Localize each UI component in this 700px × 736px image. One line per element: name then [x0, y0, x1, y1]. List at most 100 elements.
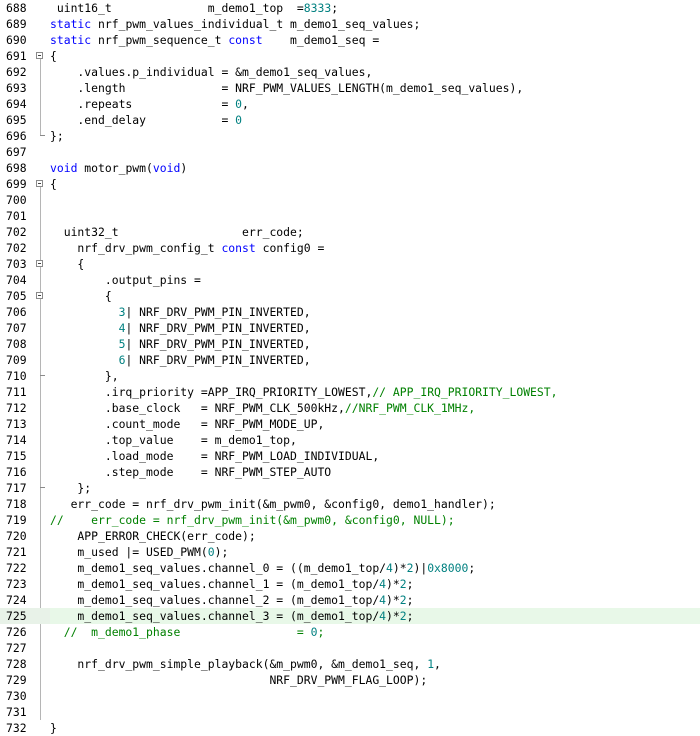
code-text: } [50, 720, 700, 736]
code-line[interactable]: 732} [0, 720, 700, 736]
code-line[interactable]: 720 APP_ERROR_CHECK(err_code); [0, 528, 700, 544]
code-token: 0 [207, 545, 215, 559]
code-token: nrf_pwm_sequence_t [91, 33, 229, 47]
code-text: }; [50, 480, 700, 496]
line-number: 693 [6, 81, 27, 95]
code-line[interactable]: 717 }; [0, 480, 700, 496]
code-text: .length = NRF_PWM_VALUES_LENGTH(m_demo1_… [50, 80, 700, 96]
fold-collapse-icon[interactable] [36, 180, 43, 187]
code-line[interactable]: 694 .repeats = 0, [0, 96, 700, 112]
code-text: uint16_t m_demo1_top =8333; [50, 0, 700, 16]
code-line[interactable]: 700 [0, 192, 700, 208]
code-text: .step_mode = NRF_PWM_STEP_AUTO [50, 464, 700, 480]
code-text: .count_mode = NRF_PWM_MODE_UP, [50, 416, 700, 432]
code-text: nrf_drv_pwm_simple_playback(&m_pwm0, &m_… [50, 656, 700, 672]
code-token: ) [180, 161, 188, 175]
code-line[interactable]: 693 .length = NRF_PWM_VALUES_LENGTH(m_de… [0, 80, 700, 96]
code-line[interactable]: 703 { [0, 256, 700, 272]
code-line[interactable]: 691 { [0, 48, 700, 64]
code-token: // m_demo1_phase = [50, 625, 311, 639]
line-number: 698 [6, 161, 27, 175]
code-line[interactable]: 726 // m_demo1_phase = 0; [0, 624, 700, 640]
code-line[interactable]: 715 .load_mode = NRF_PWM_LOAD_INDIVIDUAL… [0, 448, 700, 464]
code-line[interactable]: 702 nrf_drv_pwm_config_t const config0 = [0, 240, 700, 256]
code-line[interactable]: 716 .step_mode = NRF_PWM_STEP_AUTO [0, 464, 700, 480]
code-token: config0 = [255, 241, 325, 255]
code-line[interactable]: 714 .top_value = m_demo1_top, [0, 432, 700, 448]
line-number: 691 [6, 49, 27, 63]
code-line[interactable]: 712 .base_clock = NRF_PWM_CLK_500kHz,//N… [0, 400, 700, 416]
line-number: 695 [6, 113, 27, 127]
code-line[interactable]: 706 3| NRF_DRV_PWM_PIN_INVERTED, [0, 304, 700, 320]
code-line[interactable]: 718 err_code = nrf_drv_pwm_init(&m_pwm0,… [0, 496, 700, 512]
code-line[interactable]: 696}; [0, 128, 700, 144]
code-token: }; [50, 481, 92, 495]
code-line[interactable]: 713 .count_mode = NRF_PWM_MODE_UP, [0, 416, 700, 432]
code-line[interactable]: 721 m_used |= USED_PWM(0); [0, 544, 700, 560]
code-token: { [50, 289, 112, 303]
code-token: )* [386, 593, 400, 607]
code-line[interactable]: 729 NRF_DRV_PWM_FLAG_LOOP); [0, 672, 700, 688]
code-line[interactable]: 702 uint32_t err_code; [0, 224, 700, 240]
code-token: // err_code = nrf_drv_pwm_init(&m_pwm0, … [50, 513, 455, 527]
code-line[interactable]: 695 .end_delay = 0 [0, 112, 700, 128]
code-line[interactable]: 690 static nrf_pwm_sequence_t const m_dem… [0, 32, 700, 48]
code-token: nrf_drv_pwm_simple_playback(&m_pwm0, &m_… [50, 657, 428, 671]
code-line[interactable]: 692 .values.p_individual = &m_demo1_seq_… [0, 64, 700, 80]
code-line[interactable]: 711 .irq_priority =APP_IRQ_PRIORITY_LOWE… [0, 384, 700, 400]
code-token: uint32_t err_code; [50, 225, 304, 239]
code-line[interactable]: 722 m_demo1_seq_values.channel_0 = ((m_d… [0, 560, 700, 576]
code-line[interactable]: 704 .output_pins = [0, 272, 700, 288]
code-token: ; [406, 609, 414, 623]
code-line[interactable]: 728 nrf_drv_pwm_simple_playback(&m_pwm0,… [0, 656, 700, 672]
code-line[interactable]: 698 void motor_pwm(void) [0, 160, 700, 176]
fold-collapse-icon[interactable] [36, 260, 43, 267]
code-token: void [152, 161, 181, 175]
code-token: { [50, 257, 85, 271]
line-number: 709 [6, 353, 27, 367]
code-line[interactable]: 707 4| NRF_DRV_PWM_PIN_INVERTED, [0, 320, 700, 336]
code-line[interactable]: 727 [0, 640, 700, 656]
line-number: 716 [6, 465, 27, 479]
line-number: 688 [6, 1, 27, 15]
code-text: 5| NRF_DRV_PWM_PIN_INVERTED, [50, 336, 700, 352]
code-line[interactable]: 697 [0, 144, 700, 160]
code-text: .output_pins = [50, 272, 700, 288]
code-text: // err_code = nrf_drv_pwm_init(&m_pwm0, … [50, 512, 700, 528]
code-line[interactable]: 730 [0, 688, 700, 704]
line-number: 697 [6, 145, 27, 159]
code-line[interactable]: 724 m_demo1_seq_values.channel_2 = (m_de… [0, 592, 700, 608]
code-text: .base_clock = NRF_PWM_CLK_500kHz,//NRF_P… [50, 400, 700, 416]
line-number: 728 [6, 657, 27, 671]
code-text: }; [50, 128, 700, 144]
code-text: void motor_pwm(void) [50, 160, 700, 176]
code-token: NRF_DRV_PWM_FLAG_LOOP); [50, 673, 428, 687]
code-line[interactable]: 710 }, [0, 368, 700, 384]
fold-collapse-icon[interactable] [36, 52, 43, 59]
code-line[interactable]: 719 // err_code = nrf_drv_pwm_init(&m_pwm… [0, 512, 700, 528]
code-line[interactable]: 699 { [0, 176, 700, 192]
code-line[interactable]: 688 uint16_t m_demo1_top =8333; [0, 0, 700, 16]
code-text: static nrf_pwm_values_individual_t m_dem… [50, 16, 700, 32]
code-line[interactable]: 705 { [0, 288, 700, 304]
code-line[interactable]: 708 5| NRF_DRV_PWM_PIN_INVERTED, [0, 336, 700, 352]
code-token: 4 [379, 593, 387, 607]
current-code-line[interactable]: 725 m_demo1_seq_values.channel_3 = (m_de… [0, 608, 700, 624]
code-line[interactable]: 701 [0, 208, 700, 224]
code-text: m_used |= USED_PWM(0); [50, 544, 700, 560]
line-number: 714 [6, 433, 27, 447]
line-number: 711 [6, 385, 27, 399]
code-line[interactable]: 723 m_demo1_seq_values.channel_1 = (m_de… [0, 576, 700, 592]
code-line[interactable]: 689 static nrf_pwm_values_individual_t m_… [0, 16, 700, 32]
code-token: ); [214, 545, 229, 559]
code-editor[interactable]: 688 uint16_t m_demo1_top =8333; 689 static… [0, 0, 700, 735]
code-line[interactable]: 731 [0, 704, 700, 720]
code-token: m_demo1_seq_values.channel_3 = (m_demo1_… [50, 609, 380, 623]
fold-collapse-icon[interactable] [36, 292, 43, 299]
code-token: 2 [399, 609, 407, 623]
code-token: uint16_t m_demo1_top = [50, 1, 304, 15]
line-number: 694 [6, 97, 27, 111]
code-line[interactable]: 709 6| NRF_DRV_PWM_PIN_INVERTED, [0, 352, 700, 368]
